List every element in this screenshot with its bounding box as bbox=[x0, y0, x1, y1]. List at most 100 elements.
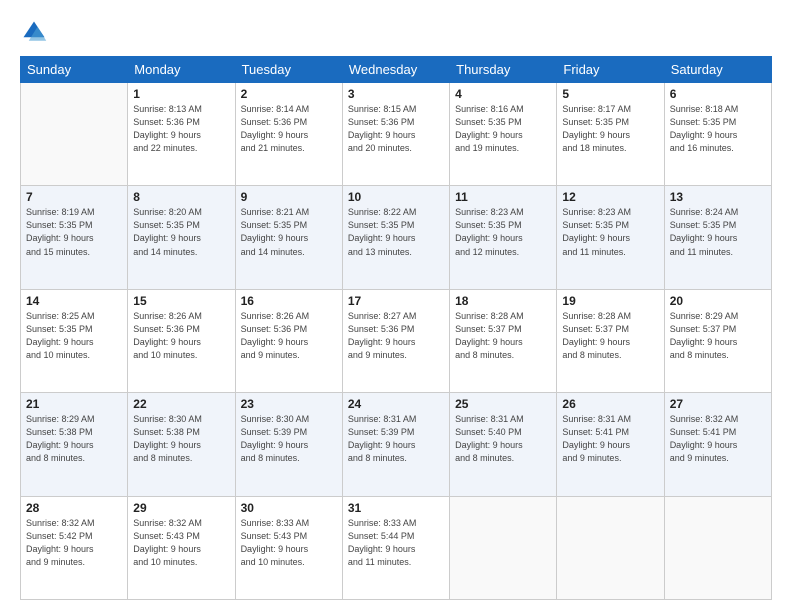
day-info: Sunrise: 8:29 AM Sunset: 5:37 PM Dayligh… bbox=[670, 310, 766, 362]
calendar-cell: 14 Sunrise: 8:25 AM Sunset: 5:35 PM Dayli… bbox=[21, 289, 128, 392]
day-info: Sunrise: 8:23 AM Sunset: 5:35 PM Dayligh… bbox=[562, 206, 658, 258]
calendar-cell: 19 Sunrise: 8:28 AM Sunset: 5:37 PM Dayli… bbox=[557, 289, 664, 392]
day-number: 4 bbox=[455, 87, 551, 101]
day-number: 15 bbox=[133, 294, 229, 308]
day-number: 16 bbox=[241, 294, 337, 308]
day-number: 27 bbox=[670, 397, 766, 411]
day-info: Sunrise: 8:21 AM Sunset: 5:35 PM Dayligh… bbox=[241, 206, 337, 258]
day-info: Sunrise: 8:18 AM Sunset: 5:35 PM Dayligh… bbox=[670, 103, 766, 155]
day-info: Sunrise: 8:19 AM Sunset: 5:35 PM Dayligh… bbox=[26, 206, 122, 258]
calendar-week-row: 28Sunrise: 8:32 AM Sunset: 5:42 PM Dayli… bbox=[21, 496, 772, 599]
calendar-week-row: 7 Sunrise: 8:19 AM Sunset: 5:35 PM Daylig… bbox=[21, 186, 772, 289]
calendar-header-sunday: Sunday bbox=[21, 57, 128, 83]
day-info: Sunrise: 8:32 AM Sunset: 5:43 PM Dayligh… bbox=[133, 517, 229, 569]
day-number: 13 bbox=[670, 190, 766, 204]
day-number: 31 bbox=[348, 501, 444, 515]
calendar-cell: 28Sunrise: 8:32 AM Sunset: 5:42 PM Dayli… bbox=[21, 496, 128, 599]
calendar-header-tuesday: Tuesday bbox=[235, 57, 342, 83]
calendar-header-row: SundayMondayTuesdayWednesdayThursdayFrid… bbox=[21, 57, 772, 83]
calendar-header-thursday: Thursday bbox=[450, 57, 557, 83]
day-info: Sunrise: 8:25 AM Sunset: 5:35 PM Dayligh… bbox=[26, 310, 122, 362]
day-number: 10 bbox=[348, 190, 444, 204]
day-info: Sunrise: 8:13 AM Sunset: 5:36 PM Dayligh… bbox=[133, 103, 229, 155]
day-info: Sunrise: 8:27 AM Sunset: 5:36 PM Dayligh… bbox=[348, 310, 444, 362]
day-number: 6 bbox=[670, 87, 766, 101]
calendar-cell: 31 Sunrise: 8:33 AM Sunset: 5:44 PM Dayli… bbox=[342, 496, 449, 599]
calendar-cell: 10 Sunrise: 8:22 AM Sunset: 5:35 PM Dayli… bbox=[342, 186, 449, 289]
day-number: 1 bbox=[133, 87, 229, 101]
calendar-cell: 26 Sunrise: 8:31 AM Sunset: 5:41 PM Dayli… bbox=[557, 393, 664, 496]
calendar-cell: 12 Sunrise: 8:23 AM Sunset: 5:35 PM Dayli… bbox=[557, 186, 664, 289]
day-info: Sunrise: 8:29 AM Sunset: 5:38 PM Dayligh… bbox=[26, 413, 122, 465]
day-info: Sunrise: 8:26 AM Sunset: 5:36 PM Dayligh… bbox=[133, 310, 229, 362]
day-number: 18 bbox=[455, 294, 551, 308]
day-info: Sunrise: 8:23 AM Sunset: 5:35 PM Dayligh… bbox=[455, 206, 551, 258]
day-number: 25 bbox=[455, 397, 551, 411]
day-info: Sunrise: 8:15 AM Sunset: 5:36 PM Dayligh… bbox=[348, 103, 444, 155]
day-number: 11 bbox=[455, 190, 551, 204]
calendar-header-saturday: Saturday bbox=[664, 57, 771, 83]
day-info: Sunrise: 8:28 AM Sunset: 5:37 PM Dayligh… bbox=[562, 310, 658, 362]
day-info: Sunrise: 8:31 AM Sunset: 5:39 PM Dayligh… bbox=[348, 413, 444, 465]
logo-icon bbox=[20, 18, 48, 46]
calendar-cell: 8 Sunrise: 8:20 AM Sunset: 5:35 PM Daylig… bbox=[128, 186, 235, 289]
day-number: 8 bbox=[133, 190, 229, 204]
day-info: Sunrise: 8:31 AM Sunset: 5:41 PM Dayligh… bbox=[562, 413, 658, 465]
day-number: 14 bbox=[26, 294, 122, 308]
calendar-cell: 11 Sunrise: 8:23 AM Sunset: 5:35 PM Dayli… bbox=[450, 186, 557, 289]
calendar-cell: 9Sunrise: 8:21 AM Sunset: 5:35 PM Daylig… bbox=[235, 186, 342, 289]
calendar-cell: 17 Sunrise: 8:27 AM Sunset: 5:36 PM Dayli… bbox=[342, 289, 449, 392]
day-info: Sunrise: 8:17 AM Sunset: 5:35 PM Dayligh… bbox=[562, 103, 658, 155]
day-info: Sunrise: 8:28 AM Sunset: 5:37 PM Dayligh… bbox=[455, 310, 551, 362]
calendar-cell: 27 Sunrise: 8:32 AM Sunset: 5:41 PM Dayli… bbox=[664, 393, 771, 496]
calendar-cell: 15 Sunrise: 8:26 AM Sunset: 5:36 PM Dayli… bbox=[128, 289, 235, 392]
day-info: Sunrise: 8:24 AM Sunset: 5:35 PM Dayligh… bbox=[670, 206, 766, 258]
day-info: Sunrise: 8:32 AM Sunset: 5:41 PM Dayligh… bbox=[670, 413, 766, 465]
day-number: 22 bbox=[133, 397, 229, 411]
day-info: Sunrise: 8:20 AM Sunset: 5:35 PM Dayligh… bbox=[133, 206, 229, 258]
day-number: 5 bbox=[562, 87, 658, 101]
day-info: Sunrise: 8:16 AM Sunset: 5:35 PM Dayligh… bbox=[455, 103, 551, 155]
calendar-cell bbox=[664, 496, 771, 599]
calendar-cell: 18 Sunrise: 8:28 AM Sunset: 5:37 PM Dayli… bbox=[450, 289, 557, 392]
calendar-week-row: 21 Sunrise: 8:29 AM Sunset: 5:38 PM Dayli… bbox=[21, 393, 772, 496]
calendar-cell: 22 Sunrise: 8:30 AM Sunset: 5:38 PM Dayli… bbox=[128, 393, 235, 496]
day-info: Sunrise: 8:33 AM Sunset: 5:44 PM Dayligh… bbox=[348, 517, 444, 569]
calendar-cell: 6 Sunrise: 8:18 AM Sunset: 5:35 PM Daylig… bbox=[664, 83, 771, 186]
day-number: 23 bbox=[241, 397, 337, 411]
calendar-cell: 24 Sunrise: 8:31 AM Sunset: 5:39 PM Dayli… bbox=[342, 393, 449, 496]
day-info: Sunrise: 8:30 AM Sunset: 5:38 PM Dayligh… bbox=[133, 413, 229, 465]
calendar-cell: 20Sunrise: 8:29 AM Sunset: 5:37 PM Dayli… bbox=[664, 289, 771, 392]
calendar-cell: 3Sunrise: 8:15 AM Sunset: 5:36 PM Daylig… bbox=[342, 83, 449, 186]
calendar-header-friday: Friday bbox=[557, 57, 664, 83]
day-number: 29 bbox=[133, 501, 229, 515]
calendar-cell bbox=[557, 496, 664, 599]
day-number: 21 bbox=[26, 397, 122, 411]
calendar-week-row: 1 Sunrise: 8:13 AM Sunset: 5:36 PM Daylig… bbox=[21, 83, 772, 186]
day-number: 7 bbox=[26, 190, 122, 204]
day-number: 26 bbox=[562, 397, 658, 411]
calendar-cell: 30Sunrise: 8:33 AM Sunset: 5:43 PM Dayli… bbox=[235, 496, 342, 599]
calendar-cell: 1 Sunrise: 8:13 AM Sunset: 5:36 PM Daylig… bbox=[128, 83, 235, 186]
calendar-week-row: 14 Sunrise: 8:25 AM Sunset: 5:35 PM Dayli… bbox=[21, 289, 772, 392]
calendar-cell bbox=[450, 496, 557, 599]
calendar-cell: 13 Sunrise: 8:24 AM Sunset: 5:35 PM Dayli… bbox=[664, 186, 771, 289]
day-number: 17 bbox=[348, 294, 444, 308]
day-number: 24 bbox=[348, 397, 444, 411]
day-info: Sunrise: 8:30 AM Sunset: 5:39 PM Dayligh… bbox=[241, 413, 337, 465]
day-number: 12 bbox=[562, 190, 658, 204]
day-info: Sunrise: 8:32 AM Sunset: 5:42 PM Dayligh… bbox=[26, 517, 122, 569]
calendar-header-monday: Monday bbox=[128, 57, 235, 83]
day-number: 19 bbox=[562, 294, 658, 308]
page: SundayMondayTuesdayWednesdayThursdayFrid… bbox=[0, 0, 792, 612]
calendar-cell: 25 Sunrise: 8:31 AM Sunset: 5:40 PM Dayli… bbox=[450, 393, 557, 496]
calendar-cell: 29 Sunrise: 8:32 AM Sunset: 5:43 PM Dayli… bbox=[128, 496, 235, 599]
calendar-cell: 23 Sunrise: 8:30 AM Sunset: 5:39 PM Dayli… bbox=[235, 393, 342, 496]
day-info: Sunrise: 8:26 AM Sunset: 5:36 PM Dayligh… bbox=[241, 310, 337, 362]
calendar-cell: 5 Sunrise: 8:17 AM Sunset: 5:35 PM Daylig… bbox=[557, 83, 664, 186]
calendar-table: SundayMondayTuesdayWednesdayThursdayFrid… bbox=[20, 56, 772, 600]
calendar-cell: 7 Sunrise: 8:19 AM Sunset: 5:35 PM Daylig… bbox=[21, 186, 128, 289]
day-info: Sunrise: 8:31 AM Sunset: 5:40 PM Dayligh… bbox=[455, 413, 551, 465]
day-info: Sunrise: 8:22 AM Sunset: 5:35 PM Dayligh… bbox=[348, 206, 444, 258]
logo bbox=[20, 18, 52, 46]
